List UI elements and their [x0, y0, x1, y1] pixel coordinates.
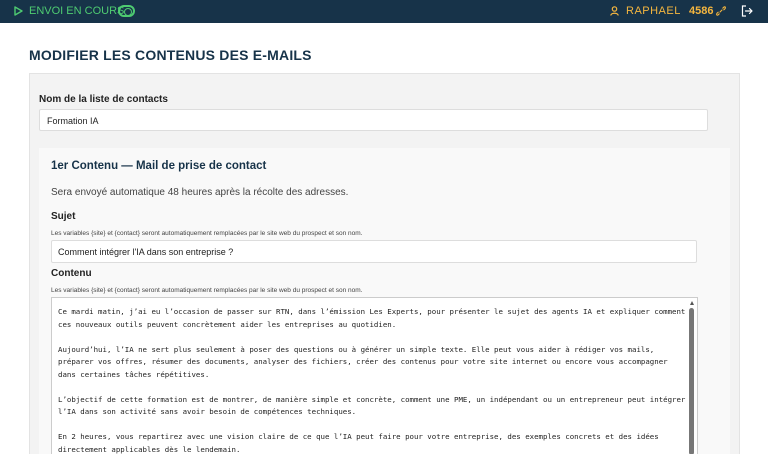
top-bar: ENVOI EN COURS RAPHAEL 4586 [0, 0, 768, 23]
page-title: MODIFIER LES CONTENUS DES E-MAILS [29, 47, 312, 63]
sending-status-label: ENVOI EN COURS [29, 5, 125, 17]
contact-list-input[interactable]: Formation IA [39, 109, 708, 131]
body-paragraph: En 2 heures, vous repartirez avec une vi… [58, 432, 664, 454]
user-name: RAPHAEL [626, 5, 681, 17]
sending-status[interactable]: ENVOI EN COURS [14, 5, 124, 17]
play-icon [14, 6, 23, 16]
scroll-up-icon[interactable] [690, 301, 694, 305]
toggle-icon[interactable] [118, 5, 135, 17]
scrollbar-thumb[interactable] [689, 308, 694, 454]
contact-list-label: Nom de la liste de contacts [39, 94, 168, 105]
credits-counter[interactable]: 4586 [689, 5, 727, 17]
body-paragraph: Aujourd’hui, l’IA ne sert plus seulement… [58, 344, 673, 379]
content-label: Contenu [51, 268, 92, 279]
user-icon [610, 6, 619, 16]
body-paragraph: Ce mardi matin, j’ai eu l’occasion de pa… [58, 307, 690, 329]
subject-input[interactable]: Comment intégrer l'IA dans son entrepris… [51, 240, 697, 263]
link-icon [716, 6, 727, 16]
user-menu[interactable]: RAPHAEL [610, 5, 681, 17]
subject-label: Sujet [51, 211, 76, 222]
logout-icon[interactable] [741, 4, 753, 18]
content-card-description: Sera envoyé automatique 48 heures après … [51, 187, 349, 198]
content-hint: Les variables {site} et {contact} seront… [51, 287, 363, 294]
content-textarea[interactable]: Ce mardi matin, j’ai eu l’occasion de pa… [51, 297, 698, 454]
body-paragraph: L’objectif de cette formation est de mon… [58, 394, 690, 417]
content-body: Ce mardi matin, j’ai eu l’occasion de pa… [58, 306, 688, 454]
subject-hint: Les variables {site} et {contact} seront… [51, 230, 363, 237]
content-card-title: 1er Contenu — Mail de prise de contact [51, 160, 267, 172]
credits-value: 4586 [689, 5, 714, 17]
textarea-scrollbar[interactable] [688, 298, 696, 454]
